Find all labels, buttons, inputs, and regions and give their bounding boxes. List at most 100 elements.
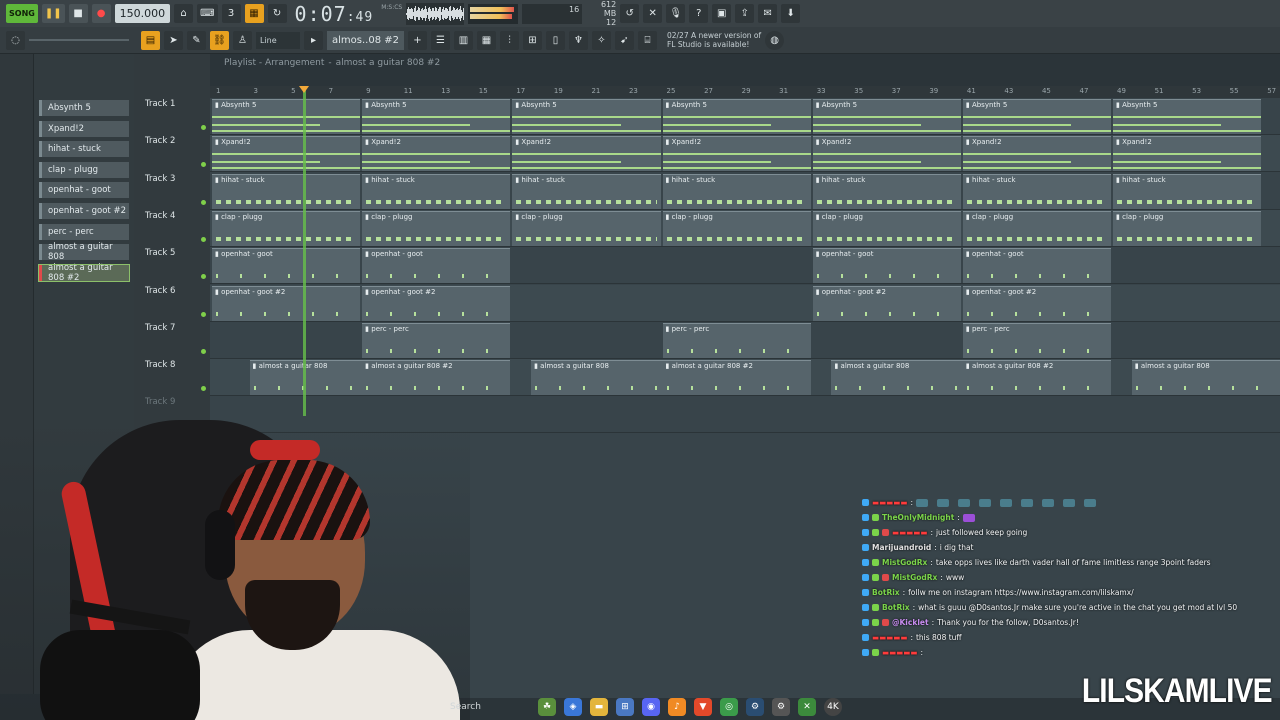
chat-username[interactable]: ▬▬▬▬▬ bbox=[882, 648, 917, 657]
chat-icon[interactable]: ✉ bbox=[758, 4, 778, 23]
add-pattern-icon[interactable]: + bbox=[407, 30, 427, 50]
loop-record-icon[interactable]: ↻ bbox=[267, 4, 287, 23]
file-explorer-icon[interactable]: ▬ bbox=[590, 697, 608, 716]
tempo-display[interactable]: 150.000 bbox=[114, 4, 171, 23]
stamp-icon[interactable]: ♙ bbox=[233, 30, 252, 50]
steam-icon[interactable]: ⚙ bbox=[746, 697, 764, 716]
pattern-clip[interactable]: ▮ hihat - stuck bbox=[362, 173, 511, 209]
pattern-clip[interactable]: ▮ Absynth 5 bbox=[362, 99, 511, 134]
render-icon[interactable]: ⇪ bbox=[735, 4, 755, 23]
track-mute-led[interactable] bbox=[201, 311, 206, 317]
pattern-clip[interactable]: ▮ openhat - goot bbox=[962, 248, 1112, 284]
picker-item[interactable]: perc - perc bbox=[39, 223, 129, 240]
time-display[interactable]: 0:07:49 bbox=[295, 2, 374, 26]
pattern-selector[interactable]: almos..08 #2 bbox=[327, 30, 404, 50]
pattern-clip[interactable]: ▮ Xpand!2 bbox=[1113, 136, 1262, 172]
picker-item[interactable]: Xpand!2 bbox=[39, 120, 129, 137]
pattern-clip[interactable]: ▮ hihat - stuck bbox=[962, 173, 1112, 209]
discord-icon[interactable]: ◉ bbox=[642, 697, 660, 716]
news-panel[interactable]: 02/27 A newer version of FL Studio is av… bbox=[667, 31, 761, 49]
timeline-ruler[interactable]: 1 3 5 7 9 11 13 15 17 19 21 23 25 27 29 31 33 35 37 39 41 43 4… bbox=[210, 86, 1280, 98]
picker-item[interactable]: Absynth 5 bbox=[39, 100, 129, 116]
chat-username[interactable]: MistGodRx bbox=[882, 558, 927, 567]
undo-icon[interactable]: ↺ bbox=[620, 4, 640, 23]
track-mute-led[interactable] bbox=[201, 348, 206, 354]
track-label[interactable]: Track 1 bbox=[145, 99, 175, 109]
globe-icon[interactable]: ◍ bbox=[765, 30, 785, 50]
pattern-clip[interactable]: ▮ hihat - stuck bbox=[812, 173, 961, 209]
countdown-icon[interactable]: 3 bbox=[221, 4, 241, 23]
pattern-clip[interactable]: ▮ Absynth 5 bbox=[1113, 99, 1262, 134]
widgets-icon[interactable]: ☘ bbox=[538, 697, 556, 716]
pattern-clip[interactable]: ▮ Absynth 5 bbox=[962, 99, 1112, 134]
track-label[interactable]: Track 4 bbox=[145, 211, 175, 221]
piano-roll-icon[interactable]: ▦ bbox=[476, 30, 496, 50]
snap-select[interactable]: Line bbox=[256, 31, 300, 49]
plugin-icon[interactable]: ⊞ bbox=[522, 30, 542, 50]
track-mute-led[interactable] bbox=[201, 236, 206, 242]
playhead-marker-icon[interactable] bbox=[299, 86, 309, 93]
chat-username[interactable]: TheOnlyMidnight bbox=[882, 513, 954, 522]
channel-rack-icon[interactable]: ▥ bbox=[453, 30, 473, 50]
pattern-clip[interactable]: ▮ Xpand!2 bbox=[212, 136, 361, 172]
store-app-icon[interactable]: ⊞ bbox=[616, 697, 634, 716]
record-icon[interactable]: ● bbox=[91, 4, 111, 23]
chrome-icon[interactable]: ◎ bbox=[720, 697, 738, 716]
snap-magnet-icon[interactable]: ▤ bbox=[141, 30, 160, 50]
copilot-icon[interactable]: ◈ bbox=[564, 697, 582, 716]
pattern-clip[interactable]: ▮ openhat - goot bbox=[212, 248, 361, 284]
chat-username[interactable]: BotRix bbox=[882, 603, 910, 612]
pattern-clip[interactable]: ▮ perc - perc bbox=[362, 322, 511, 358]
browser-icon[interactable]: ▯ bbox=[545, 30, 565, 50]
picker-item[interactable]: clap - plugg bbox=[39, 161, 129, 178]
download-icon[interactable]: ⬇ bbox=[781, 4, 801, 23]
fl-studio-icon[interactable]: ♪ bbox=[668, 697, 686, 716]
track-label[interactable]: Track 3 bbox=[145, 174, 175, 184]
close-icon[interactable]: ✕ bbox=[643, 4, 663, 23]
save-icon[interactable]: ▣ bbox=[712, 4, 732, 23]
pattern-clip[interactable]: ▮ clap - plugg bbox=[1113, 210, 1262, 246]
pattern-clip[interactable]: ▮ openhat - goot #2 bbox=[962, 285, 1112, 321]
pencil-icon[interactable]: ✎ bbox=[187, 30, 206, 50]
track-label[interactable]: Track 7 bbox=[145, 323, 175, 333]
pattern-clip[interactable]: ▮ Xpand!2 bbox=[362, 136, 511, 172]
chat-username[interactable]: Marijuandroid bbox=[872, 543, 931, 552]
track-label[interactable]: Track 9 bbox=[145, 397, 175, 407]
pattern-clip[interactable]: ▮ Absynth 5 bbox=[662, 99, 811, 134]
wrench-icon[interactable]: ➹ bbox=[614, 30, 634, 50]
step-edit-icon[interactable]: ▦ bbox=[244, 4, 264, 23]
chat-username[interactable]: @Kicklet bbox=[892, 618, 929, 627]
track-label[interactable]: Track 2 bbox=[145, 136, 175, 146]
prev-pattern-icon[interactable]: ▸ bbox=[304, 30, 323, 50]
pattern-clip[interactable]: ▮ openhat - goot bbox=[362, 248, 511, 284]
mixer-icon[interactable]: ⫶ bbox=[499, 30, 519, 50]
pattern-clip[interactable]: ▮ openhat - goot #2 bbox=[362, 285, 511, 321]
pattern-clip[interactable]: ▮ almost a guitar 808 bbox=[531, 360, 680, 396]
pattern-clip[interactable]: ▮ hihat - stuck bbox=[1113, 173, 1262, 209]
stop-icon[interactable]: ■ bbox=[68, 4, 88, 23]
pattern-clip[interactable]: ▮ hihat - stuck bbox=[662, 173, 811, 209]
pattern-clip[interactable]: ▮ almost a guitar 808 #2 bbox=[962, 360, 1112, 396]
track-label[interactable]: Track 8 bbox=[145, 360, 175, 370]
pattern-clip[interactable]: ▮ Xpand!2 bbox=[962, 136, 1112, 172]
master-volume-slider[interactable] bbox=[29, 39, 129, 41]
store-icon[interactable]: ⌸ bbox=[637, 30, 657, 50]
arrow-icon[interactable]: ➤ bbox=[164, 30, 183, 50]
picker-item[interactable]: openhat - goot #2 bbox=[39, 203, 129, 219]
plugin-picker-icon[interactable]: ♆ bbox=[568, 30, 588, 50]
pattern-clip[interactable]: ▮ perc - perc bbox=[662, 322, 811, 358]
pattern-clip[interactable]: ▮ Xpand!2 bbox=[662, 136, 811, 172]
master-pitch-knob[interactable]: ◌ bbox=[6, 30, 25, 50]
pattern-clip[interactable]: ▮ clap - plugg bbox=[212, 210, 361, 246]
playlist-icon[interactable]: ☰ bbox=[430, 30, 450, 50]
pattern-clip[interactable]: ▮ almost a guitar 808 #2 bbox=[362, 360, 511, 396]
track-mute-led[interactable] bbox=[201, 199, 206, 205]
pattern-clip[interactable]: ▮ openhat - goot #2 bbox=[812, 285, 961, 321]
chat-username[interactable]: ▬▬▬▬▬ bbox=[892, 528, 927, 537]
pattern-clip[interactable]: ▮ hihat - stuck bbox=[512, 173, 661, 209]
pattern-clip[interactable]: ▮ Absynth 5 bbox=[812, 99, 961, 134]
pattern-clip[interactable]: ▮ clap - plugg bbox=[962, 210, 1112, 246]
pattern-clip[interactable]: ▮ clap - plugg bbox=[662, 210, 811, 246]
xbox-icon[interactable]: ✕ bbox=[798, 697, 816, 716]
4k-icon[interactable]: 4K bbox=[824, 697, 842, 716]
